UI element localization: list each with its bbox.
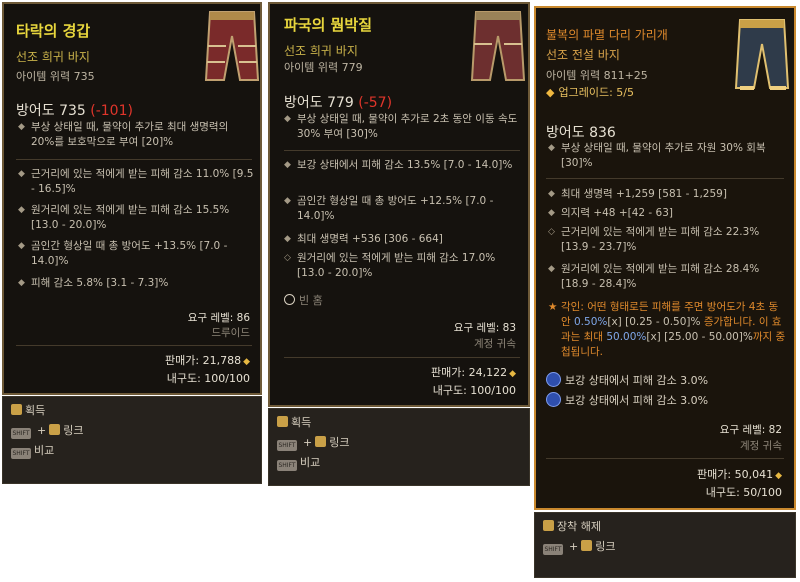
item-power: 아이템 위력 779 (284, 61, 363, 74)
divider (546, 178, 784, 179)
sapphire-gem-icon (546, 392, 561, 407)
shift-key-icon: SHIFT (11, 428, 31, 439)
sell-value: 판매가: 24,122 ◆ (431, 366, 516, 379)
link-action[interactable]: SHIFT + 링크 (277, 435, 349, 451)
acquire-action[interactable]: 획득 (277, 415, 311, 431)
mouse-icon (11, 404, 22, 415)
empty-socket: 빈 홈 (284, 292, 323, 308)
required-level: 요구 레벨: 83 (453, 322, 516, 334)
affix-row: ◆ 곰인간 형상일 때 총 방어도 +12.5% [7.0 - 14.0]% (284, 195, 494, 222)
compare-action[interactable]: SHIFT 비교 (11, 443, 54, 459)
compare-action[interactable]: SHIFT 비교 (277, 455, 320, 471)
item-rarity: 선조 희귀 바지 (16, 50, 90, 64)
divider (284, 357, 520, 358)
class-restriction: 계정 귀속 (740, 440, 782, 452)
shift-key-icon: SHIFT (11, 448, 31, 459)
item-tooltip-1: 타락의 경갑 선조 희귀 바지 아이템 위력 735 방어도 735 (-101… (2, 2, 262, 395)
affix-row: ◆ 피해 감소 5.8% [3.1 - 7.3]% (18, 277, 169, 289)
affix-row: ◆ 최대 생명력 +536 [306 - 664] (284, 233, 443, 245)
affix-row: ◆ 보강 상태에서 피해 감소 13.5% [7.0 - 14.0]% (284, 159, 513, 171)
armor-label: 방어도 735 (16, 103, 86, 119)
durability: 내구도: 100/100 (166, 372, 250, 385)
required-level: 요구 레벨: 82 (719, 424, 782, 436)
pants-icon (470, 11, 526, 81)
gold-icon: ◆ (509, 369, 516, 379)
mouse-icon (581, 540, 593, 551)
affix-row: ◆ 원거리에 있는 적에게 받는 피해 감소 15.5% [13.0 - 20.0… (18, 204, 230, 231)
required-level: 요구 레벨: 86 (187, 312, 250, 324)
socketed-gem: 보강 상태에서 피해 감소 3.0% (546, 392, 708, 408)
mouse-icon (277, 416, 288, 427)
unequip-action[interactable]: 장착 해제 (543, 519, 601, 535)
action-bar-2: 획득 SHIFT + 링크 SHIFT 비교 (268, 408, 530, 486)
divider (284, 150, 520, 151)
item-name: 타락의 경갑 (16, 22, 91, 40)
armor-value: 방어도 735 (-101) (16, 100, 133, 120)
durability: 내구도: 100/100 (432, 384, 516, 397)
legendary-aspect: ★ 각인: 어떤 형태로든 피해를 주면 방어도가 4초 동안 0.50%[x]… (548, 301, 786, 358)
armor-diff: (-101) (90, 103, 133, 119)
socketed-gem: 보강 상태에서 피해 감소 3.0% (546, 372, 708, 388)
item-power: 아이템 위력 811+25 (546, 69, 648, 82)
armor-label: 방어도 836 (546, 125, 616, 141)
armor-value: 방어도 836 (546, 122, 616, 142)
affix-row: ◇ 근거리에 있는 적에게 받는 피해 감소 22.3% [13.9 - 23.7… (548, 226, 760, 253)
action-bar-1: 획득 SHIFT + 링크 SHIFT 비교 (2, 396, 262, 484)
pants-icon (204, 11, 260, 81)
item-tooltip-3: 불복의 파멸 다리 가리개 선조 전설 바지 아이템 위력 811+25 ◆ 업그… (534, 6, 796, 510)
link-action[interactable]: SHIFT + 링크 (11, 423, 83, 439)
link-action[interactable]: SHIFT + 링크 (543, 539, 615, 555)
class-restriction: 드루이드 (211, 327, 250, 339)
affix-row: ◆ 곰인간 형상일 때 총 방어도 +13.5% [7.0 - 14.0]% (18, 240, 228, 267)
divider (16, 345, 252, 346)
implicit-affix: ◆ 부상 상태일 때, 물약이 추가로 자원 30% 회복 [30]% (548, 142, 766, 169)
socket-icon (284, 294, 295, 305)
shift-key-icon: SHIFT (277, 460, 297, 471)
affix-row: ◆ 최대 생명력 +1,259 [581 - 1,259] (548, 188, 727, 200)
shift-key-icon: SHIFT (277, 440, 297, 451)
gold-icon: ◆ (775, 471, 782, 481)
armor-value: 방어도 779 (-57) (284, 92, 392, 112)
affix-row: ◆ 원거리에 있는 적에게 받는 피해 감소 28.4% [18.9 - 28.4… (548, 263, 760, 290)
affix-row: ◆ 근거리에 있는 적에게 받는 피해 감소 11.0% [9.5 - 16.5]… (18, 168, 254, 195)
class-restriction: 계정 귀속 (474, 338, 516, 350)
implicit-affix: ◆ 부상 상태일 때, 물약이 추가로 최대 생명력의 20%를 보호막으로 부여… (18, 121, 229, 148)
item-name: 불복의 파멸 다리 가리개 (546, 28, 668, 42)
armor-diff: (-57) (358, 95, 393, 111)
pants-icon (734, 19, 790, 90)
gold-icon: ◆ (243, 357, 250, 367)
durability: 내구도: 50/100 (705, 486, 782, 499)
mouse-icon (315, 436, 327, 447)
affix-row: ◇ 원거리에 있는 적에게 받는 피해 감소 17.0% [13.0 - 20.0… (284, 252, 496, 279)
item-power: 아이템 위력 735 (16, 70, 95, 83)
divider (16, 159, 252, 160)
mouse-icon (49, 424, 61, 435)
divider (546, 458, 784, 459)
armor-label: 방어도 779 (284, 95, 354, 111)
aspect-star-icon: ★ (548, 301, 558, 313)
sapphire-gem-icon (546, 372, 561, 387)
upgrade-diamond-icon: ◆ (546, 86, 555, 99)
shift-key-icon: SHIFT (543, 544, 563, 555)
sell-value: 판매가: 21,788 ◆ (165, 354, 250, 367)
upgrade-status: ◆ 업그레이드: 5/5 (546, 86, 634, 99)
affix-row: ◆ 의지력 +48 +[42 - 63] (548, 207, 673, 219)
item-name: 파국의 뭠박질 (284, 16, 373, 34)
item-tooltip-2: 파국의 뭠박질 선조 희귀 바지 아이템 위력 779 방어도 779 (-57… (268, 2, 530, 407)
acquire-action[interactable]: 획득 (11, 403, 45, 419)
mouse-icon (543, 520, 554, 531)
item-rarity: 선조 희귀 바지 (284, 44, 358, 58)
sell-value: 판매가: 50,041 ◆ (697, 468, 782, 481)
item-rarity: 선조 전설 바지 (546, 48, 620, 62)
action-bar-3: 장착 해제 SHIFT + 링크 (534, 512, 796, 578)
implicit-affix: ◆ 부상 상태일 때, 물약이 추가로 2초 동안 이동 속도 30% 부여 [3… (284, 113, 518, 140)
